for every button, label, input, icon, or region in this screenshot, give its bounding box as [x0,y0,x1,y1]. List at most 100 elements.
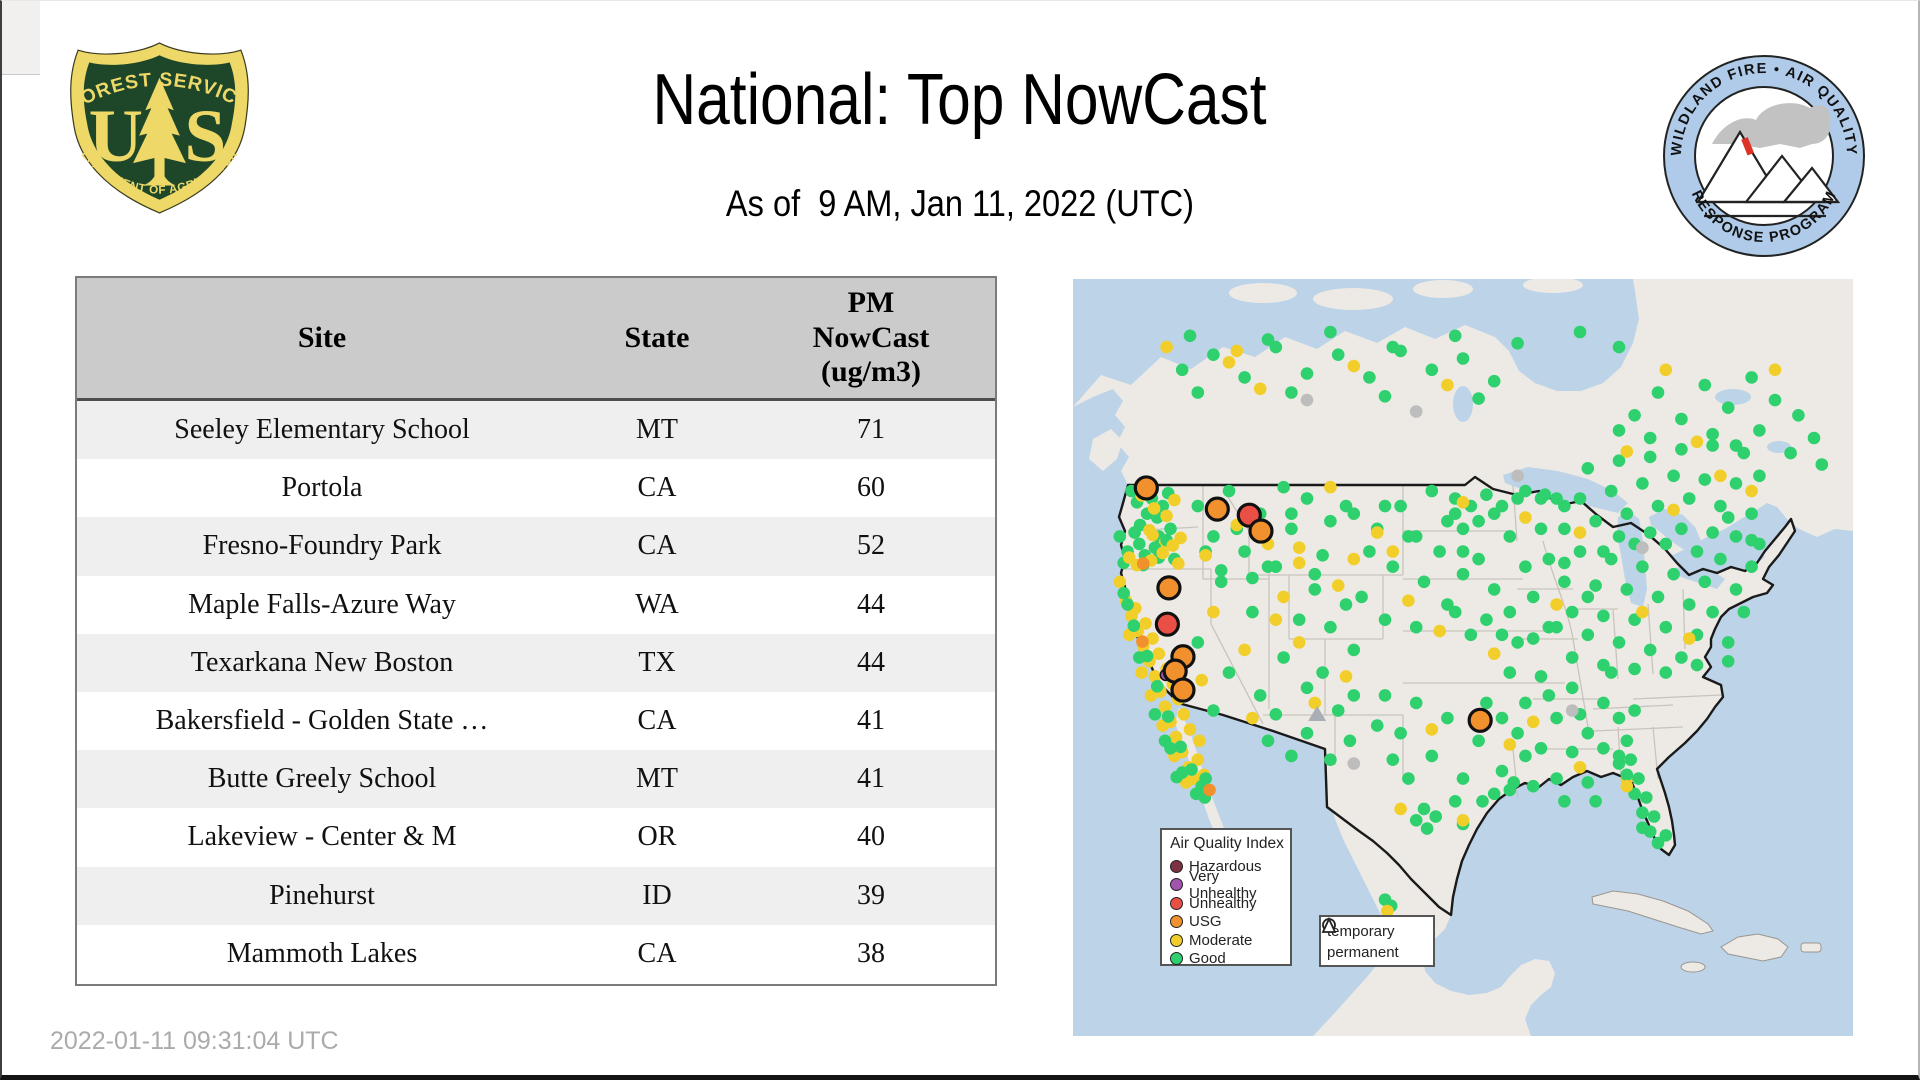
monitor-dot[interactable] [1343,734,1357,748]
monitor-dot[interactable] [1558,795,1571,808]
monitor-dot[interactable] [1121,598,1134,611]
monitor-dot[interactable] [1150,680,1164,693]
monitor-dot[interactable] [1136,557,1150,570]
monitor-dot[interactable] [1269,560,1283,573]
monitor-dot[interactable] [1183,723,1197,736]
monitor-dot[interactable] [1573,526,1587,539]
air-quality-map[interactable]: Air Quality Index Hazardous Very Unhealth… [1073,279,1853,1036]
monitor-dot[interactable] [1737,605,1751,619]
monitor-dot[interactable] [1519,560,1532,573]
table-row[interactable]: Butte Greely School MT 41 [77,750,995,809]
monitor-dot[interactable] [1651,386,1665,399]
monitor-dot[interactable] [1238,371,1251,384]
monitor-dot[interactable] [1745,560,1758,573]
monitor-dot[interactable] [1503,530,1517,543]
monitor-dot[interactable] [1519,696,1532,710]
monitor-dot[interactable] [1441,378,1454,392]
monitor-dot[interactable] [1675,651,1688,664]
monitor-dot[interactable] [1636,605,1649,619]
monitor-dot[interactable] [1285,386,1298,399]
monitor-dot[interactable] [1409,814,1423,827]
monitor-dot[interactable] [1503,738,1517,751]
monitor-dot[interactable] [1222,666,1236,679]
monitor-dot[interactable] [1612,711,1626,725]
monitor-dot[interactable] [1538,488,1552,501]
monitor-dot[interactable] [1604,484,1618,498]
monitor-dot[interactable] [1230,344,1244,358]
monitor-dot[interactable] [1573,761,1587,774]
monitor-dot[interactable] [1526,779,1540,793]
monitor-dot[interactable] [1745,484,1758,498]
monitor-dot[interactable] [1581,590,1595,604]
monitor-dot[interactable] [1573,492,1587,505]
monitor-dot[interactable] [1175,363,1189,377]
monitor-dot[interactable] [1222,356,1236,369]
monitor-dot[interactable] [1550,772,1563,785]
monitor-dot[interactable] [1487,787,1501,801]
monitor-dot[interactable] [1526,590,1540,604]
monitor-dot[interactable] [1682,492,1696,505]
table-row[interactable]: Portola CA 60 [77,459,995,518]
monitor-dot[interactable] [1117,586,1130,600]
monitor-dot[interactable] [1386,340,1400,354]
monitor-dot[interactable] [1565,745,1579,759]
monitor-dot[interactable] [1768,393,1782,407]
monitor-dot[interactable] [1519,511,1532,524]
monitor-dot[interactable] [1690,545,1704,558]
monitor-dot[interactable] [1441,711,1454,725]
monitor-dot[interactable] [1160,340,1173,354]
monitor-dot[interactable] [1316,549,1329,562]
monitor-dot[interactable] [1331,704,1345,717]
monitor-dot[interactable] [1370,719,1384,732]
monitor-dot[interactable] [1199,772,1212,785]
monitor-dot[interactable] [1690,658,1704,672]
monitor-dot[interactable] [1581,462,1595,475]
monitor-dot[interactable] [1285,749,1298,763]
monitor-dot[interactable] [1612,530,1626,543]
monitor-dot[interactable] [1246,571,1259,585]
monitor-dot[interactable] [1433,545,1446,558]
monitor-dot[interactable] [1127,619,1141,632]
monitor-dot[interactable] [1347,643,1361,657]
monitor-dot[interactable] [1347,552,1361,566]
monitor-dot[interactable] [1745,507,1758,520]
monitor-dot[interactable] [1690,435,1704,449]
monitor-dot[interactable] [1113,530,1127,543]
monitor-dot[interactable] [1729,583,1743,596]
monitor-dot[interactable] [1511,469,1524,483]
monitor-dot[interactable] [1558,522,1571,536]
monitor-dot[interactable] [1628,409,1641,422]
monitor-dot[interactable] [1581,726,1595,740]
monitor-dot[interactable] [1624,753,1637,766]
monitor-dot[interactable] [1612,749,1626,763]
monitor-dot[interactable] [1472,552,1485,566]
monitor-dot[interactable] [1300,681,1314,695]
monitor-dot[interactable] [1643,431,1657,445]
monitor-dot[interactable] [1448,507,1462,520]
monitor-dot[interactable] [1815,458,1829,471]
monitor-dot[interactable] [1550,620,1563,634]
monitor-dot[interactable] [1729,477,1743,490]
top-site-marker[interactable] [1248,518,1274,544]
monitor-dot[interactable] [1147,502,1161,515]
monitor-dot[interactable] [1324,514,1337,528]
monitor-dot[interactable] [1339,499,1353,513]
monitor-dot[interactable] [1472,734,1485,748]
monitor-dot[interactable] [1246,605,1259,619]
monitor-dot[interactable] [1128,526,1141,539]
monitor-dot[interactable] [1597,742,1610,755]
monitor-dot[interactable] [1573,325,1587,339]
monitor-dot[interactable] [1636,541,1649,554]
monitor-dot[interactable] [1620,779,1634,793]
monitor-dot[interactable] [1456,522,1470,536]
monitor-dot[interactable] [1456,567,1470,581]
table-row[interactable]: Bakersfield - Golden State … CA 41 [77,691,995,751]
monitor-dot[interactable] [1386,560,1400,573]
monitor-dot[interactable] [1480,488,1493,501]
monitor-dot[interactable] [1324,480,1337,494]
monitor-dot[interactable] [1706,427,1719,441]
monitor-dot[interactable] [1659,829,1673,842]
monitor-dot[interactable] [1156,546,1169,560]
monitor-dot[interactable] [1714,552,1727,566]
monitor-dot[interactable] [1378,613,1392,626]
